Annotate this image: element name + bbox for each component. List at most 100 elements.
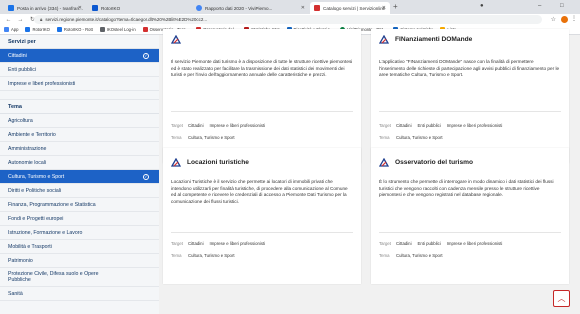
filter-tema-finanza[interactable]: Finanza, Programmazione e Statistica [0,198,159,212]
check-circle-icon: ✓ [143,173,149,180]
filter-tema-autonomie[interactable]: Autonomie locali [0,156,159,170]
target-value: Imprese e liberi professionisti [446,241,503,246]
target-value: Imprese e liberi professionisti [446,123,503,128]
card-description: L'applicativo "FINanziamenti DOMande" na… [379,59,560,77]
service-card-piemonte-dati-turismo[interactable]: Il servizio Piemonte dati turismo è a di… [163,29,361,163]
tema-value: Cultura, Turismo e Sport [396,135,443,140]
address-bar[interactable]: 🔒︎ servizi.regione.piemonte.it/catalogo?… [34,15,542,24]
card-tema: Tema Cultura, Turismo e Sport [171,135,241,140]
browser-tab-mail[interactable]: Posta in arrivo (334) - Ivanfran... ✕ [4,2,86,14]
divider [171,232,353,233]
filter-label: Patrimonio [8,257,33,264]
meta-label: Tema [171,135,182,140]
filter-header-servizi: Servizi per [0,35,159,49]
filter-imprese[interactable]: Imprese e liberi professionisti [0,77,159,91]
browser-menu-icon[interactable]: ⋮ [571,15,577,22]
site-icon [142,27,148,32]
card-header: FINanziamenti DOMande [379,35,472,44]
new-tab-icon[interactable]: + [393,2,398,11]
window-search-icon[interactable]: ● [480,3,484,9]
bookmark-label: RotorIKO [32,27,50,32]
mail-icon [8,5,14,11]
filter-tema-diritti[interactable]: Diritti e Politiche sociali [0,184,159,198]
meta-label: Target [171,241,183,246]
filter-cittadini[interactable]: Cittadini ✓ [0,49,159,63]
tema-value: Cultura, Turismo e Sport [188,253,235,258]
filter-tema-protezione-civile[interactable]: Protezione Civile, Difesa suolo e Opere … [0,268,159,287]
piemonte-logo-icon [379,158,389,167]
filter-tema-mobilita[interactable]: Mobilità e Trasporti [0,240,159,254]
piemonte-logo-icon [171,35,181,44]
close-icon[interactable]: ✕ [78,5,82,11]
filter-enti-pubblici[interactable]: Enti pubblici [0,63,159,77]
card-target: Target Cittadini Enti pubblici Imprese e… [379,123,508,128]
filter-tema-fondi[interactable]: Fondi e Progetti europei [0,212,159,226]
tab-label: Catalogo servizi | Servizionline [323,5,386,11]
divider [379,111,561,112]
divider [379,232,561,233]
close-icon[interactable]: ✕ [301,5,305,11]
apps-icon [4,27,9,32]
card-target: Target Cittadini Enti pubblici Imprese e… [379,241,508,246]
bookmark-star-icon[interactable]: ☆ [551,16,556,23]
site-icon [314,5,320,11]
filter-label: Imprese e liberi professionisti [8,80,76,87]
target-value: Enti pubblici [417,241,441,246]
bookmark-item[interactable]: RotorIKO [25,27,50,32]
filter-label: Ambiente e Territorio [8,131,56,138]
card-header: Locazioni turistiche [171,158,249,167]
bookmark-label: IKOsteel Log-in [106,27,136,32]
filter-tema-amministrazione[interactable]: Amministrazione [0,142,159,156]
service-card-locazioni-turistiche[interactable]: Locazioni turistiche Locazioni Turistich… [163,148,361,284]
filter-tema-istruzione[interactable]: Istruzione, Formazione e Lavoro [0,226,159,240]
card-target: Target Cittadini Imprese e liberi profes… [171,123,271,128]
card-description: È lo strumento che permette di interroga… [379,179,554,197]
card-description: Locazioni Turistiche è il servizio che p… [171,179,348,204]
target-value: Cittadini [396,123,412,128]
filter-tema-agricoltura[interactable]: Agricoltura [0,114,159,128]
forward-icon[interactable]: → [17,17,24,23]
bookmark-item[interactable]: IKOsteel Log-in [99,27,136,32]
filter-label: Fondi e Progetti europei [8,215,64,222]
card-tema: Tema Cultura, Turismo e Sport [171,253,241,258]
chevron-up-icon: ︿ [557,294,566,303]
filter-tema-sanita[interactable]: Sanità [0,287,159,301]
meta-label: Tema [171,253,182,258]
browser-tab-rapporto[interactable]: Rapporto dati 2020 - ViviPiemo... ✕ [192,2,309,14]
filter-label: Diritti e Politiche sociali [8,187,62,194]
bookmark-item[interactable]: App [4,27,18,32]
card-tema: Tema Cultura, Turismo e Sport [379,135,449,140]
filter-tema-patrimonio[interactable]: Patrimonio [0,254,159,268]
filter-label: Protezione Civile, Difesa suolo e Opere … [8,271,99,283]
check-circle-icon: ✓ [143,52,149,59]
card-title[interactable]: Locazioni turistiche [187,159,249,166]
meta-label: Tema [379,253,390,258]
meta-label: Tema [379,135,390,140]
filter-label: Cittadini [8,52,27,59]
service-catalog: Il servizio Piemonte dati turismo è a di… [159,29,580,314]
minimize-icon[interactable]: – [538,3,541,9]
filter-label: Cultura, Turismo e Sport [8,173,65,180]
scroll-to-top-button[interactable]: ︿ [553,290,570,307]
filter-label: Enti pubblici [8,66,36,73]
target-value: Enti pubblici [417,123,441,128]
browser-tab-rotoriko[interactable]: RotorIKO [88,2,168,14]
card-title[interactable]: FINanziamenti DOMande [395,36,472,43]
service-card-osservatorio-turismo[interactable]: Osservatorio del turismo È lo strumento … [371,148,569,284]
target-value: Imprese e liberi professionisti [209,123,266,128]
bookmark-item[interactable]: RotorIKO - Rott [56,27,93,32]
browser-tab-catalogo[interactable]: Catalogo servizi | Servizionline ✕ [310,2,390,14]
maximize-icon[interactable]: □ [560,3,564,9]
target-value: Cittadini [188,123,204,128]
filter-tema-cultura[interactable]: Cultura, Turismo e Sport ✓ [0,170,159,184]
card-tema: Tema Cultura, Turismo e Sport [379,253,449,258]
profile-avatar[interactable] [561,16,568,23]
service-card-finanziamenti-domande[interactable]: FINanziamenti DOMande L'applicativo "FIN… [371,29,569,163]
filter-tema-ambiente[interactable]: Ambiente e Territorio [0,128,159,142]
close-icon[interactable]: ✕ [382,5,386,11]
card-title[interactable]: Osservatorio del turismo [395,159,473,166]
back-icon[interactable]: ← [5,17,12,23]
target-value: Imprese e liberi professionisti [209,241,266,246]
filter-label: Amministrazione [8,145,47,152]
card-description: Il servizio Piemonte dati turismo è a di… [171,59,353,77]
